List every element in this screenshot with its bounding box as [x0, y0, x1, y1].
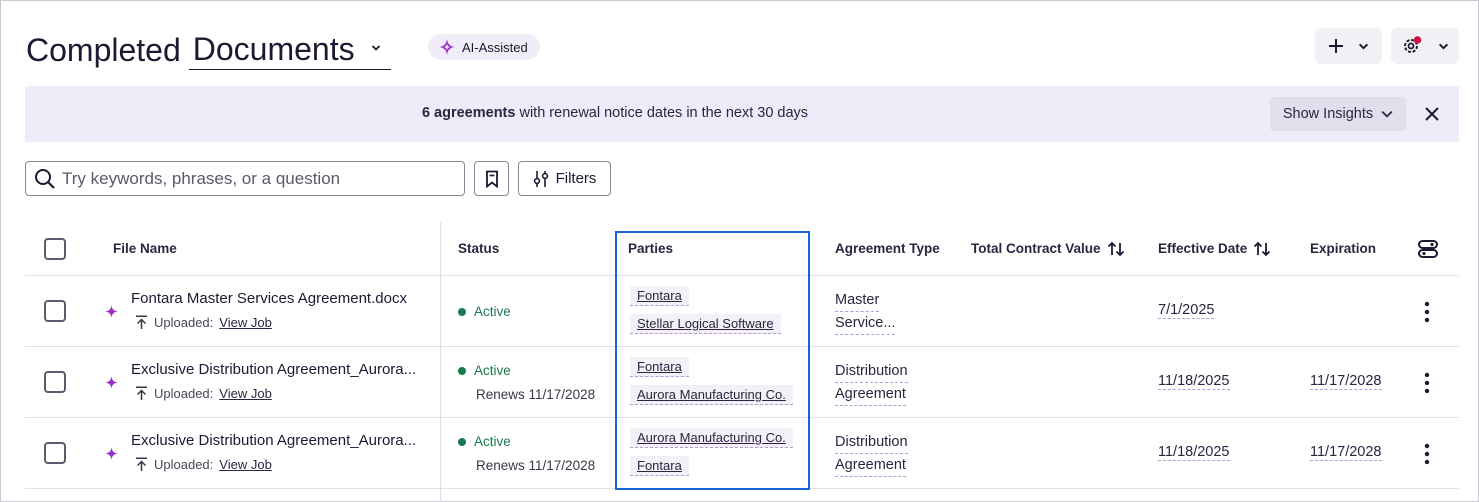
col-header-agreement-type[interactable]: Agreement Type [835, 222, 940, 275]
search-icon [35, 168, 55, 189]
settings-menu-button[interactable] [1391, 28, 1459, 64]
col-header-expiration[interactable]: Expiration [1310, 222, 1376, 275]
expiration-date[interactable]: 11/17/2028 [1310, 373, 1382, 390]
renewal-date: Renews 11/17/2028 [476, 458, 596, 473]
gear-icon [1403, 36, 1421, 53]
view-job-link[interactable]: View Job [219, 315, 272, 330]
status-badge: Active [458, 434, 511, 449]
parties-column-highlight [615, 231, 810, 490]
banner-message-text: with renewal notice dates in the next 30… [515, 105, 809, 121]
view-job-link[interactable]: View Job [219, 386, 272, 401]
effective-date[interactable]: 11/18/2025 [1158, 444, 1230, 461]
close-icon[interactable] [1423, 105, 1441, 123]
agreement-type[interactable]: Distribution Agreement [835, 431, 908, 477]
filters-label: Filters [555, 170, 597, 187]
chevron-down-icon [371, 45, 380, 51]
renewal-date: Renews 11/17/2028 [476, 387, 596, 402]
banner-message: 6 agreements with renewal notice dates i… [25, 105, 1205, 121]
column-settings-icon[interactable] [1417, 239, 1439, 259]
status-dot [458, 437, 466, 446]
search-input[interactable] [62, 168, 442, 189]
upload-icon [136, 386, 147, 400]
sliders-icon [533, 170, 548, 187]
chevron-down-icon [1438, 43, 1448, 50]
effective-date[interactable]: 11/18/2025 [1158, 373, 1230, 390]
show-insights-button[interactable]: Show Insights [1270, 97, 1406, 131]
expiration-date[interactable]: 11/17/2028 [1310, 444, 1382, 461]
file-name-link[interactable]: Exclusive Distribution Agreement_Aurora.… [131, 361, 416, 378]
add-menu-button[interactable] [1315, 28, 1382, 64]
status-badge: Active [458, 304, 511, 319]
agreement-type[interactable]: Distribution Agreement [835, 360, 908, 406]
upload-info: Uploaded: View Job [135, 386, 272, 401]
row-checkbox[interactable] [44, 371, 66, 393]
filters-button[interactable]: Filters [518, 161, 611, 196]
col-header-total-contract-value[interactable]: Total Contract Value [971, 222, 1125, 275]
ai-badge-label: AI-Assisted [462, 39, 528, 55]
ai-sparkle-icon [105, 447, 118, 460]
chevron-down-icon [1358, 43, 1369, 50]
ai-sparkle-icon [105, 305, 118, 318]
plus-icon [1329, 39, 1343, 53]
upload-info: Uploaded: View Job [135, 315, 272, 330]
status-dot [458, 366, 466, 375]
more-options-icon[interactable] [1417, 443, 1437, 465]
view-job-link[interactable]: View Job [219, 457, 272, 472]
row-checkbox[interactable] [44, 442, 66, 464]
row-checkbox[interactable] [44, 300, 66, 322]
effective-date[interactable]: 7/1/2025 [1158, 302, 1215, 319]
file-name-link[interactable]: Exclusive Distribution Agreement_Aurora.… [131, 432, 416, 449]
saved-searches-button[interactable] [474, 161, 509, 196]
page-title: Completed Documents [26, 26, 391, 70]
upload-label: Uploaded: [154, 315, 214, 330]
show-insights-label: Show Insights [1282, 106, 1374, 122]
search-box [25, 161, 465, 196]
file-name-link[interactable]: Fontara Master Services Agreement.docx [131, 290, 407, 307]
col-header-status[interactable]: Status [458, 222, 499, 275]
agreement-type[interactable]: Master Service... [835, 289, 896, 335]
bookmark-icon [485, 170, 498, 188]
ai-sparkle-icon [105, 376, 118, 389]
more-options-icon[interactable] [1417, 301, 1437, 323]
col-header-file-name[interactable]: File Name [113, 222, 177, 275]
banner-count: 6 agreements [421, 105, 516, 121]
upload-label: Uploaded: [154, 457, 214, 472]
col-header-effective-date[interactable]: Effective Date [1158, 222, 1271, 275]
upload-icon [136, 457, 147, 471]
view-selector-label: Documents [192, 31, 355, 67]
ai-assisted-badge: AI-Assisted [428, 34, 540, 60]
more-options-icon[interactable] [1417, 372, 1437, 394]
ai-sparkle-icon [439, 39, 455, 55]
sort-icon [1107, 241, 1124, 256]
upload-info: Uploaded: View Job [135, 457, 272, 472]
chevron-down-icon [1381, 110, 1393, 118]
upload-label: Uploaded: [154, 386, 214, 401]
sort-icon [1254, 241, 1271, 256]
title-prefix: Completed [26, 32, 181, 68]
status-dot [458, 307, 466, 316]
status-badge: Active [458, 363, 511, 378]
select-all-checkbox[interactable] [44, 238, 66, 260]
upload-icon [136, 315, 147, 329]
renewal-banner: 6 agreements with renewal notice dates i… [25, 86, 1459, 142]
view-selector[interactable]: Documents [188, 29, 391, 70]
